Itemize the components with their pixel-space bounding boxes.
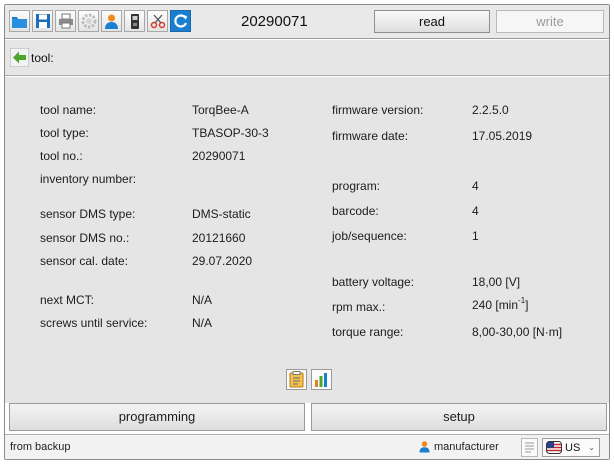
job-sequence-label: job/sequence: — [332, 229, 407, 243]
breadcrumb-label: tool: — [31, 51, 54, 65]
tool-name-label: tool name: — [40, 103, 97, 117]
firmware-date-label: firmware date: — [332, 129, 409, 143]
print-icon[interactable] — [55, 10, 76, 32]
sensor-dms-no-value: 20121660 — [192, 231, 246, 245]
torque-range-value: 8,00-30,00 [N·m] — [472, 325, 563, 339]
tool-type-label: tool type: — [40, 126, 89, 140]
chevron-down-icon: ⌄ — [588, 443, 595, 452]
battery-voltage-label: battery voltage: — [332, 275, 415, 289]
sensor-dms-no-label: sensor DMS no.: — [40, 231, 130, 245]
programming-button[interactable]: programming — [9, 403, 305, 431]
setup-button[interactable]: setup — [311, 403, 607, 431]
current-user[interactable]: manufacturer — [418, 440, 499, 453]
folder-icon[interactable] — [9, 10, 30, 32]
firmware-version-label: firmware version: — [332, 103, 424, 117]
tool-serial-number: 20290071 — [241, 13, 308, 30]
status-source: from backup — [10, 441, 71, 453]
torque-range-label: torque range: — [332, 325, 404, 339]
read-button[interactable]: read — [374, 10, 490, 33]
refresh-icon[interactable] — [170, 10, 191, 32]
bar-chart-icon[interactable] — [311, 369, 332, 390]
firmware-date-value: 17.05.2019 — [472, 129, 533, 143]
program-label: program: — [332, 179, 381, 193]
job-sequence-value: 1 — [472, 229, 479, 243]
flag-us-icon — [546, 441, 562, 454]
tool-no-value: 20290071 — [192, 149, 246, 163]
tool-type-value: TBASOP-30-3 — [192, 126, 269, 140]
user-icon — [419, 441, 430, 453]
program-value: 4 — [472, 179, 479, 193]
firmware-version-value: 2.2.5.0 — [472, 103, 509, 117]
next-mct-value: N/A — [192, 293, 213, 307]
app-window: 20290071 read write tool: tool name: Tor… — [4, 4, 610, 460]
cut-icon[interactable] — [147, 10, 168, 32]
user-icon[interactable] — [101, 10, 122, 32]
tool-info-panel: tool name: TorqBee-A tool type: TBASOP-3… — [5, 77, 609, 403]
sensor-cal-date-label: sensor cal. date: — [40, 254, 129, 268]
breadcrumb: tool: — [5, 40, 609, 76]
screws-until-service-value: N/A — [192, 316, 213, 330]
toolbar: 20290071 read write — [5, 5, 609, 39]
tool-no-label: tool no.: — [40, 149, 83, 163]
tool-name-value: TorqBee-A — [192, 103, 249, 117]
barcode-label: barcode: — [332, 204, 379, 218]
clipboard-icon[interactable] — [286, 369, 307, 390]
battery-voltage-value: 18,00 [V] — [472, 275, 521, 289]
save-icon[interactable] — [32, 10, 53, 32]
write-button[interactable]: write — [496, 10, 604, 33]
language-code: US — [565, 441, 581, 454]
barcode-value: 4 — [472, 204, 479, 218]
sensor-dms-type-value: DMS-static — [192, 207, 251, 221]
language-select[interactable]: US ⌄ — [542, 438, 600, 457]
inventory-number-label: inventory number: — [40, 172, 137, 186]
rpm-max-label: rpm max.: — [332, 300, 386, 314]
back-arrow-icon[interactable] — [9, 47, 30, 68]
sensor-dms-type-label: sensor DMS type: — [40, 207, 136, 221]
document-icon[interactable] — [521, 438, 538, 457]
status-bar: from backup manufacturer US ⌄ — [5, 434, 609, 459]
screws-until-service-label: screws until service: — [40, 316, 148, 330]
device-icon[interactable] — [124, 10, 145, 32]
sensor-cal-date-value: 29.07.2020 — [192, 254, 253, 268]
gear-icon[interactable] — [78, 10, 99, 32]
next-mct-label: next MCT: — [40, 293, 95, 307]
current-user-label: manufacturer — [434, 440, 499, 453]
rpm-max-value: 240 [min-1] — [472, 296, 529, 313]
